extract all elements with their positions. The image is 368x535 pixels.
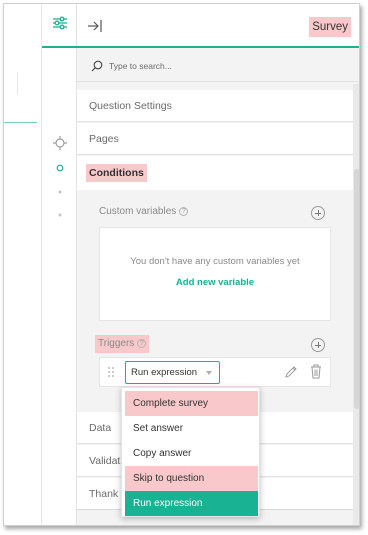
panel-title: Survey xyxy=(309,17,351,37)
panel-header: Survey xyxy=(77,4,359,48)
help-icon[interactable]: ? xyxy=(137,339,147,348)
app-window: Survey Question Settings Pages Condition… xyxy=(3,3,360,526)
circle-icon xyxy=(56,159,64,177)
canvas-selection-line xyxy=(4,122,37,123)
section-pages[interactable]: Pages xyxy=(77,123,353,155)
custom-variables-label: Custom variables? xyxy=(99,206,189,217)
search-icon xyxy=(91,59,103,77)
collapse-panel-button[interactable] xyxy=(87,18,103,34)
section-label: Validati xyxy=(89,455,123,467)
dropdown-option-set-answer[interactable]: Set answer xyxy=(125,416,258,441)
section-label: Conditions xyxy=(86,164,147,182)
dot-icon xyxy=(58,204,62,222)
canvas-ghost-element xyxy=(4,72,18,94)
trash-icon[interactable] xyxy=(310,364,322,384)
section-label: Pages xyxy=(89,133,119,145)
page-node-tool[interactable] xyxy=(42,163,78,173)
drag-handle-icon[interactable] xyxy=(108,367,114,378)
add-new-variable-link[interactable]: Add new variable xyxy=(100,277,330,288)
dropdown-option-copy-answer[interactable]: Copy answer xyxy=(125,441,258,466)
search-bar xyxy=(77,50,359,82)
panel-scrollbar-thumb[interactable] xyxy=(354,169,359,409)
collapse-right-icon xyxy=(88,20,102,32)
dropdown-option-run-expression[interactable]: Run expression xyxy=(125,491,258,516)
section-label: Question Settings xyxy=(89,100,172,112)
add-trigger-button[interactable] xyxy=(311,338,325,352)
custom-variables-box: You don't have any custom variables yet … xyxy=(99,227,331,321)
select-target-icon xyxy=(53,135,67,155)
section-question-settings[interactable]: Question Settings xyxy=(77,90,353,122)
trigger-type-value: Run expression xyxy=(131,367,198,378)
chevron-down-icon xyxy=(206,371,212,375)
triggers-label: Triggers? xyxy=(95,335,150,353)
toolbar-column xyxy=(41,4,78,525)
section-label: Data xyxy=(89,422,112,434)
section-conditions[interactable]: Conditions xyxy=(77,156,353,190)
designer-canvas-edge xyxy=(4,4,41,525)
add-variable-button[interactable] xyxy=(311,206,325,220)
trigger-type-dropdown: Complete survey Set answer Copy answer S… xyxy=(121,387,260,517)
settings-toggle-button[interactable] xyxy=(42,4,78,48)
dot-icon xyxy=(58,181,62,199)
page-node-tool[interactable] xyxy=(42,187,78,194)
search-input[interactable] xyxy=(109,56,339,76)
trigger-row: Run expression xyxy=(99,357,331,387)
empty-variables-text: You don't have any custom variables yet xyxy=(130,256,300,267)
conditions-content: Custom variables? You don't have any cus… xyxy=(77,190,353,412)
select-target-tool[interactable] xyxy=(42,135,78,155)
trigger-type-select[interactable]: Run expression xyxy=(125,361,220,384)
pencil-icon[interactable] xyxy=(284,365,298,384)
dropdown-option-complete-survey[interactable]: Complete survey xyxy=(125,391,258,416)
help-icon[interactable]: ? xyxy=(179,207,189,216)
page-node-tool[interactable] xyxy=(42,210,78,217)
sliders-icon xyxy=(52,16,68,35)
dropdown-option-skip-to-question[interactable]: Skip to question xyxy=(125,466,258,491)
